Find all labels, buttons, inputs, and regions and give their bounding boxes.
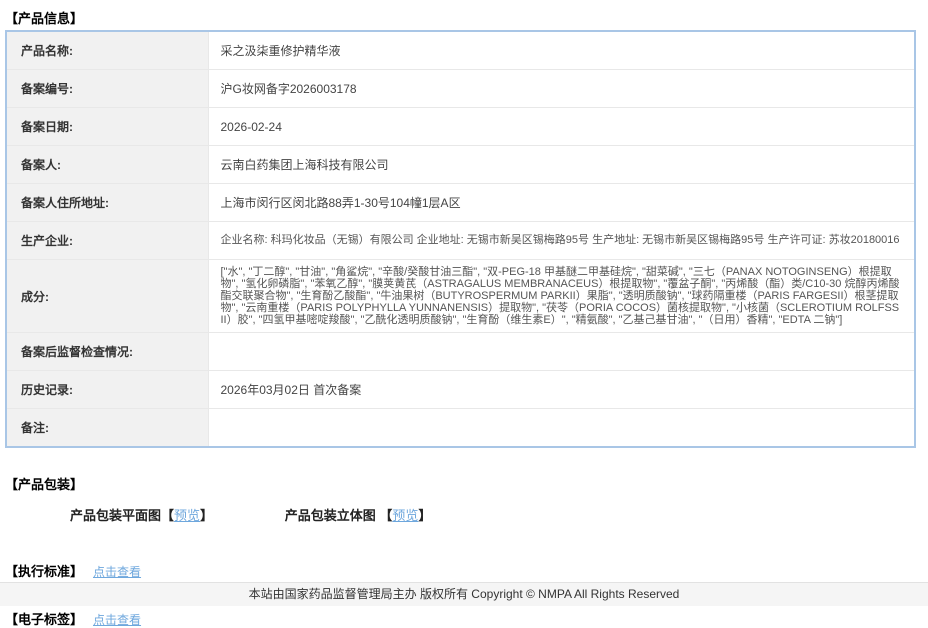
row-label: 备案人: bbox=[6, 146, 208, 184]
packaging-item-label: 产品包装立体图 bbox=[285, 508, 380, 523]
bottom-link-row: 【执行标准】点击查看 bbox=[4, 556, 924, 580]
row-label: 生产企业: bbox=[6, 222, 208, 260]
row-label: 备注: bbox=[6, 409, 208, 448]
row-label: 备案人住所地址: bbox=[6, 184, 208, 222]
table-row: 备案后监督检查情况: bbox=[6, 333, 915, 371]
bracket-close: 】 bbox=[200, 508, 213, 523]
row-label: 历史记录: bbox=[6, 371, 208, 409]
table-row: 历史记录: 2026年03月02日 首次备案 bbox=[6, 371, 915, 409]
row-value: 沪G妆网备字2026003178 bbox=[208, 70, 915, 108]
table-row: 备案人住所地址: 上海市闵行区闵北路88弄1-30号104幢1层A区 bbox=[6, 184, 915, 222]
row-value: 采之汲柒重修护精华液 bbox=[208, 31, 915, 70]
bottom-link-label: 【执行标准】 bbox=[5, 564, 83, 579]
bracket-close: 】 bbox=[418, 508, 431, 523]
bottom-link-row: 【电子标签】点击查看 bbox=[4, 604, 924, 628]
row-label: 产品名称: bbox=[6, 31, 208, 70]
product-info-table: 产品名称: 采之汲柒重修护精华液 备案编号: 沪G妆网备字2026003178 … bbox=[5, 30, 916, 448]
page: 【产品信息】 产品名称: 采之汲柒重修护精华液 备案编号: 沪G妆网备字2026… bbox=[0, 0, 928, 606]
packaging-item: 产品包装平面图【预览】 bbox=[70, 508, 213, 523]
row-label: 备案后监督检查情况: bbox=[6, 333, 208, 371]
table-row: 备案编号: 沪G妆网备字2026003178 bbox=[6, 70, 915, 108]
row-label: 备案日期: bbox=[6, 108, 208, 146]
packaging-item: 产品包装立体图 【预览】 bbox=[285, 508, 432, 523]
packaging-row: 产品包装平面图【预览】 产品包装立体图 【预览】 bbox=[4, 505, 924, 524]
bracket-open: 【 bbox=[161, 508, 174, 523]
row-value: 云南白药集团上海科技有限公司 bbox=[208, 146, 915, 184]
table-row: 产品名称: 采之汲柒重修护精华液 bbox=[6, 31, 915, 70]
click-to-view-link[interactable]: 点击查看 bbox=[93, 565, 141, 579]
footer: 本站由国家药品监督管理局主办 版权所有 Copyright © NMPA All… bbox=[0, 582, 928, 606]
bottom-link-label: 【电子标签】 bbox=[5, 612, 83, 627]
row-value: 上海市闵行区闵北路88弄1-30号104幢1层A区 bbox=[208, 184, 915, 222]
row-value: 2026年03月02日 首次备案 bbox=[208, 371, 915, 409]
click-to-view-link[interactable]: 点击查看 bbox=[93, 613, 141, 627]
row-value: ["水", "丁二醇", "甘油", "角鲨烷", "辛酸/癸酸甘油三酯", "… bbox=[208, 260, 915, 333]
table-row: 备案人: 云南白药集团上海科技有限公司 bbox=[6, 146, 915, 184]
product-packaging-section-title: 【产品包装】 bbox=[4, 472, 924, 496]
row-label: 备案编号: bbox=[6, 70, 208, 108]
table-row: 生产企业: 企业名称: 科玛化妆品（无锡）有限公司 企业地址: 无锡市新吴区锡梅… bbox=[6, 222, 915, 260]
table-row: 成分: ["水", "丁二醇", "甘油", "角鲨烷", "辛酸/癸酸甘油三酯… bbox=[6, 260, 915, 333]
row-value: 企业名称: 科玛化妆品（无锡）有限公司 企业地址: 无锡市新吴区锡梅路95号 生… bbox=[208, 222, 915, 260]
bracket-open: 【 bbox=[379, 508, 392, 523]
table-row: 备案日期: 2026-02-24 bbox=[6, 108, 915, 146]
table-row: 备注: bbox=[6, 409, 915, 448]
row-value: 2026-02-24 bbox=[208, 108, 915, 146]
content-area: 【产品信息】 产品名称: 采之汲柒重修护精华液 备案编号: 沪G妆网备字2026… bbox=[0, 0, 928, 628]
row-value bbox=[208, 333, 915, 371]
product-info-table-body: 产品名称: 采之汲柒重修护精华液 备案编号: 沪G妆网备字2026003178 … bbox=[6, 31, 915, 447]
product-info-section-title: 【产品信息】 bbox=[4, 6, 924, 30]
row-label: 成分: bbox=[6, 260, 208, 333]
row-value bbox=[208, 409, 915, 448]
packaging-item-label: 产品包装平面图 bbox=[70, 508, 161, 523]
packaging-preview-link[interactable]: 预览 bbox=[174, 508, 200, 523]
footer-text: 本站由国家药品监督管理局主办 版权所有 Copyright © NMPA All… bbox=[249, 587, 680, 601]
packaging-preview-link[interactable]: 预览 bbox=[392, 508, 418, 523]
